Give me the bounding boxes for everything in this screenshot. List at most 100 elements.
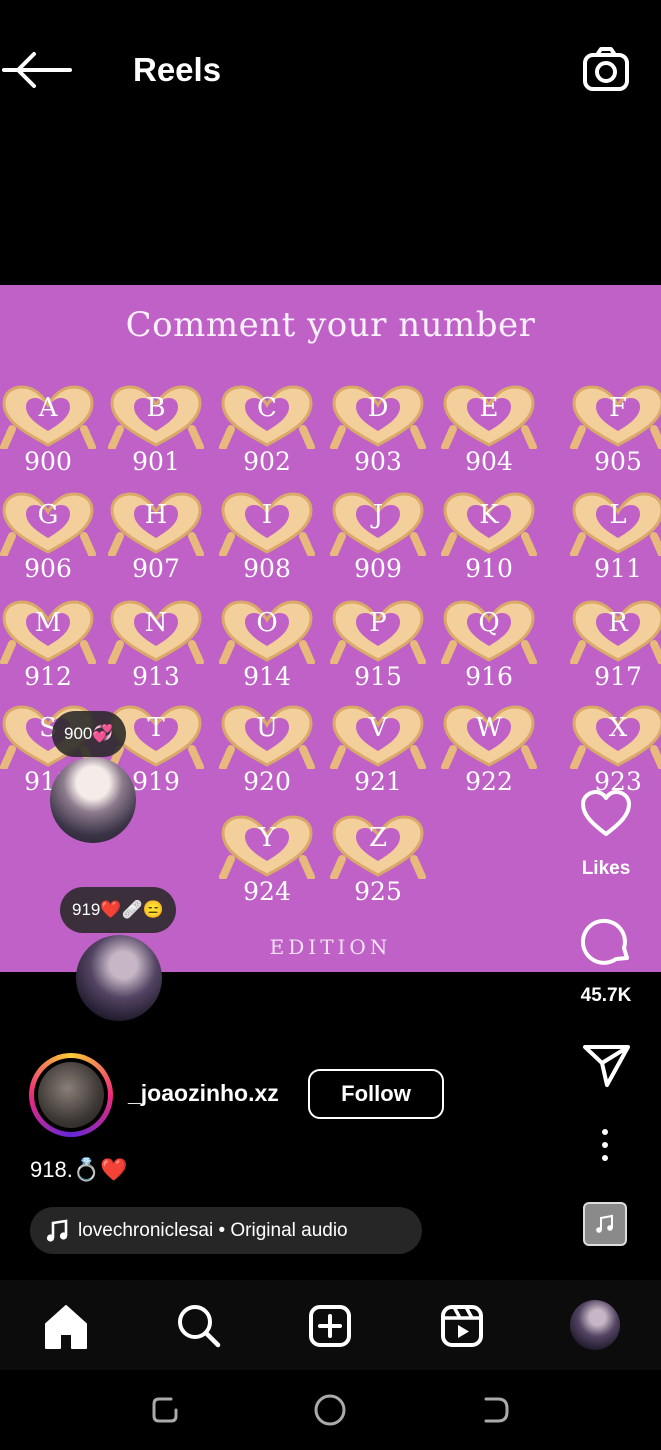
grid-cell: W 922: [441, 703, 547, 807]
floating-comment-bubble: 900💞: [52, 711, 126, 757]
follow-button[interactable]: Follow: [308, 1069, 444, 1119]
grid-number: 921: [354, 767, 402, 796]
grid-number: 913: [132, 662, 180, 691]
grid-cell: O 914: [219, 598, 325, 702]
music-note-icon: [596, 1214, 613, 1233]
grid-letter: C: [257, 393, 277, 423]
grid-cell: K 910: [441, 490, 547, 594]
grid-letter: H: [144, 500, 168, 530]
grid-number: 916: [465, 662, 513, 691]
floating-comment-bubble: 919❤️🩹😑: [60, 887, 176, 933]
bottom-navigation: [0, 1280, 661, 1370]
grid-cell: Z 925: [330, 813, 436, 917]
grid-cell: U 920: [219, 703, 325, 807]
grid-cell: G 906: [0, 490, 106, 594]
grid-number: 908: [243, 554, 291, 583]
grid-letter: D: [367, 393, 389, 423]
grid-number: 915: [354, 662, 402, 691]
grid-letter: P: [369, 608, 387, 638]
camera-icon: [583, 47, 629, 91]
grid-letter: F: [608, 393, 628, 423]
page-title: Reels: [133, 51, 222, 88]
heart-icon[interactable]: [580, 790, 632, 838]
search-icon: [178, 1305, 221, 1348]
profile-avatar: [570, 1300, 620, 1350]
camera-button[interactable]: [576, 40, 636, 100]
grid-letter: W: [475, 713, 503, 743]
comments-count: 45.7K: [580, 985, 632, 1006]
commenter-avatar[interactable]: [50, 757, 136, 843]
grid-cell: M 912: [0, 598, 106, 702]
back-system-icon[interactable]: [476, 1390, 516, 1430]
grid-letter: X: [608, 713, 628, 743]
share-icon[interactable]: [582, 1043, 632, 1089]
grid-cell: B 901: [108, 383, 214, 487]
grid-number: 914: [243, 662, 291, 691]
grid-cell: V 921: [330, 703, 436, 807]
grid-cell: Q 916: [441, 598, 547, 702]
nav-profile[interactable]: [568, 1298, 624, 1354]
grid-number: 920: [243, 767, 291, 796]
grid-number: 905: [594, 447, 642, 476]
grid-cell: C 902: [219, 383, 325, 487]
reel-title-text: Comment your number: [125, 305, 536, 345]
grid-letter: R: [608, 608, 628, 638]
commenter-avatar[interactable]: [76, 935, 162, 1021]
grid-number: 911: [594, 554, 642, 583]
grid-letter: U: [256, 713, 278, 743]
grid-letter: M: [34, 608, 62, 638]
reel-caption: 918.💍❤️: [30, 1157, 128, 1182]
grid-number: 903: [354, 447, 402, 476]
nav-reels[interactable]: [434, 1298, 490, 1354]
grid-letter: A: [38, 393, 58, 423]
grid-number: 900: [24, 447, 72, 476]
back-button[interactable]: [0, 40, 90, 100]
grid-letter: Q: [478, 608, 500, 638]
likes-label: Likes: [581, 858, 631, 879]
grid-number: 910: [465, 554, 513, 583]
grid-number: 909: [354, 554, 402, 583]
grid-letter: K: [479, 500, 499, 530]
grid-letter: O: [256, 608, 278, 638]
audio-pill[interactable]: lovechroniclesai • Original audio: [30, 1207, 422, 1254]
nav-create[interactable]: [302, 1298, 358, 1354]
arrow-left-icon: [2, 52, 72, 88]
grid-letter: E: [479, 393, 499, 423]
author-username[interactable]: _joaozinho.xz: [128, 1080, 279, 1107]
grid-letter: Z: [368, 823, 388, 853]
home-icon: [45, 1305, 87, 1349]
grid-letter: J: [372, 500, 384, 530]
grid-number: 907: [132, 554, 180, 583]
grid-number: 924: [243, 877, 291, 906]
grid-cell: D 903: [330, 383, 436, 487]
grid-letter: L: [609, 500, 627, 530]
home-circle-icon[interactable]: [310, 1390, 350, 1430]
grid-cell: Y 924: [219, 813, 325, 917]
audio-label: lovechroniclesai • Original audio: [78, 1220, 348, 1241]
grid-number: 902: [243, 447, 291, 476]
grid-number: 901: [132, 447, 180, 476]
create-icon: [309, 1305, 351, 1347]
author-avatar[interactable]: [29, 1053, 113, 1137]
grid-number: 906: [24, 554, 72, 583]
more-options-icon[interactable]: [595, 1128, 615, 1162]
system-navigation-bar: [0, 1370, 661, 1450]
grid-letter: B: [146, 393, 166, 423]
audio-thumbnail[interactable]: [583, 1202, 627, 1246]
grid-number: 904: [465, 447, 513, 476]
comment-icon[interactable]: [580, 916, 632, 968]
grid-cell: A 900: [0, 383, 106, 487]
nav-search[interactable]: [170, 1298, 226, 1354]
grid-letter: G: [37, 500, 59, 530]
grid-cell: I 908: [219, 490, 325, 594]
grid-number: 922: [465, 767, 513, 796]
recent-apps-icon[interactable]: [145, 1390, 185, 1430]
grid-number: 917: [594, 662, 642, 691]
grid-cell: E 904: [441, 383, 547, 487]
grid-number: 925: [354, 877, 402, 906]
grid-cell: F 905: [570, 383, 661, 487]
grid-cell: P 915: [330, 598, 436, 702]
reels-icon: [441, 1305, 483, 1347]
nav-home[interactable]: [38, 1298, 94, 1354]
grid-letter: N: [144, 608, 168, 638]
